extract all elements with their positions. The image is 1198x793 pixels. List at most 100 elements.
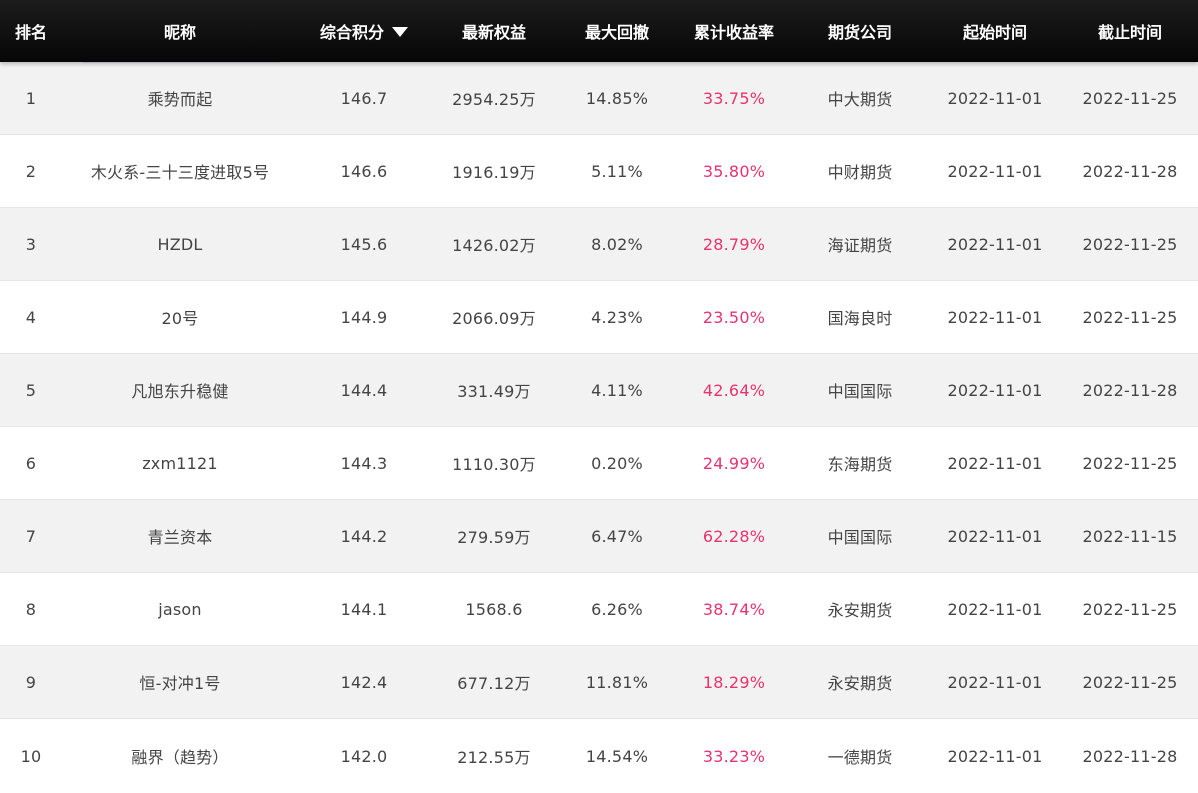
- cell-start-date: 2022-11-01: [947, 599, 1043, 619]
- cell-nickname[interactable]: 融界（趋势）: [78, 719, 282, 793]
- cell-start-date: 2022-11-01: [947, 380, 1043, 400]
- cell-score: 144.9: [340, 307, 388, 327]
- cell-end-date: 2022-11-25: [1082, 599, 1178, 619]
- table-row: 6 zxm1121 144.3 1110.30万 0.20% 24.99% 东海…: [0, 427, 1198, 500]
- cell-end-date: 2022-11-28: [1082, 380, 1178, 400]
- nickname-text: 乘势而起: [147, 90, 213, 109]
- header-equity: 最新权益: [461, 23, 526, 42]
- cell-nickname[interactable]: 20号: [78, 281, 282, 353]
- cell-rank: 9: [25, 672, 37, 692]
- cell-start-date: 2022-11-01: [947, 161, 1043, 181]
- table-row: 2 木火系-三十三度进取5号 146.6 1916.19万 5.11% 35.8…: [0, 135, 1198, 208]
- cell-max-drawdown: 14.85%: [585, 88, 649, 108]
- cell-max-drawdown: 4.23%: [591, 307, 643, 327]
- table-row: 1 乘势而起 146.7 2954.25万 14.85% 33.75% 中大期货…: [0, 62, 1198, 135]
- cell-cumulative-return: 33.23%: [702, 746, 766, 766]
- cell-company: 中财期货: [827, 163, 893, 182]
- table-row: 9 恒-对冲1号 142.4 677.12万 11.81% 18.29% 永安期…: [0, 646, 1198, 719]
- cell-rank: 6: [25, 453, 37, 473]
- ranking-table: 排名 昵称 综合积分 最新权益 最大回撤 累计收益率 期货公司 起始时间 截止时…: [0, 0, 1198, 793]
- cell-rank: 5: [25, 380, 37, 400]
- cell-company: 一德期货: [827, 748, 893, 767]
- cell-company: 国海良时: [827, 309, 893, 328]
- nickname-column-accent: [82, 62, 280, 63]
- table-row: 4 20号 144.9 2066.09万 4.23% 23.50% 国海良时 2…: [0, 281, 1198, 354]
- cell-equity: 1426.02万: [452, 236, 536, 255]
- cell-equity: 212.55万: [457, 748, 531, 767]
- cell-rank: 1: [25, 88, 37, 108]
- cell-nickname[interactable]: 青兰资本: [78, 500, 282, 572]
- cell-nickname[interactable]: HZDL: [78, 208, 282, 280]
- cell-end-date: 2022-11-25: [1082, 307, 1178, 327]
- cell-start-date: 2022-11-01: [947, 88, 1043, 108]
- cell-rank: 10: [20, 746, 42, 766]
- cell-start-date: 2022-11-01: [947, 453, 1043, 473]
- cell-company: 中国国际: [827, 528, 893, 547]
- cell-nickname[interactable]: 凡旭东升稳健: [78, 354, 282, 426]
- nickname-text: 融界（趋势）: [131, 748, 229, 767]
- cell-equity: 2066.09万: [452, 309, 536, 328]
- header-score-sort[interactable]: 综合积分: [298, 0, 430, 62]
- header-start-date: 起始时间: [962, 23, 1027, 42]
- sort-desc-icon[interactable]: [392, 26, 408, 37]
- cell-score: 146.6: [340, 161, 388, 181]
- cell-cumulative-return: 62.28%: [702, 526, 766, 546]
- cell-cumulative-return: 38.74%: [702, 599, 766, 619]
- cell-score: 142.4: [340, 672, 388, 692]
- cell-equity: 1916.19万: [452, 163, 536, 182]
- cell-max-drawdown: 14.54%: [585, 746, 649, 766]
- cell-start-date: 2022-11-01: [947, 746, 1043, 766]
- header-company: 期货公司: [827, 23, 892, 42]
- cell-company: 中大期货: [827, 90, 893, 109]
- cell-rank: 2: [25, 161, 37, 181]
- table-row: 3 HZDL 145.6 1426.02万 8.02% 28.79% 海证期货 …: [0, 208, 1198, 281]
- table-body: 1 乘势而起 146.7 2954.25万 14.85% 33.75% 中大期货…: [0, 62, 1198, 793]
- cell-start-date: 2022-11-01: [947, 672, 1043, 692]
- cell-equity: 2954.25万: [452, 90, 536, 109]
- cell-equity: 331.49万: [457, 382, 531, 401]
- cell-end-date: 2022-11-28: [1082, 746, 1178, 766]
- nickname-text: zxm1121: [142, 453, 218, 473]
- cell-score: 144.3: [340, 453, 388, 473]
- cell-cumulative-return: 23.50%: [702, 307, 766, 327]
- nickname-text: 20号: [161, 309, 199, 328]
- cell-max-drawdown: 0.20%: [591, 453, 643, 473]
- table-row: 8 jason 144.1 1568.6 6.26% 38.74% 永安期货 2…: [0, 573, 1198, 646]
- cell-nickname[interactable]: 乘势而起: [78, 62, 282, 134]
- cell-cumulative-return: 24.99%: [702, 453, 766, 473]
- cell-company: 永安期货: [827, 674, 893, 693]
- nickname-text: 木火系-三十三度进取5号: [90, 163, 270, 182]
- cell-score: 146.7: [340, 88, 388, 108]
- cell-company: 中国国际: [827, 382, 893, 401]
- cell-nickname[interactable]: jason: [78, 573, 282, 645]
- cell-nickname[interactable]: zxm1121: [78, 427, 282, 499]
- header-end-date: 截止时间: [1097, 23, 1162, 42]
- cell-end-date: 2022-11-25: [1082, 453, 1178, 473]
- header-score-label: 综合积分: [319, 23, 384, 42]
- nickname-text: 青兰资本: [147, 528, 213, 547]
- cell-company: 永安期货: [827, 601, 893, 620]
- cell-cumulative-return: 28.79%: [702, 234, 766, 254]
- cell-rank: 7: [25, 526, 37, 546]
- nickname-text: 凡旭东升稳健: [131, 382, 229, 401]
- header-rank: 排名: [14, 23, 47, 42]
- cell-max-drawdown: 4.11%: [591, 380, 643, 400]
- cell-end-date: 2022-11-25: [1082, 88, 1178, 108]
- cell-score: 144.4: [340, 380, 388, 400]
- cell-equity: 1568.6: [465, 599, 523, 619]
- table-row: 10 融界（趋势） 142.0 212.55万 14.54% 33.23% 一德…: [0, 719, 1198, 793]
- cell-equity: 1110.30万: [452, 455, 536, 474]
- table-row: 5 凡旭东升稳健 144.4 331.49万 4.11% 42.64% 中国国际…: [0, 354, 1198, 427]
- cell-nickname[interactable]: 木火系-三十三度进取5号: [78, 135, 282, 207]
- cell-start-date: 2022-11-01: [947, 234, 1043, 254]
- header-max-drawdown: 最大回撤: [584, 23, 649, 42]
- cell-company: 海证期货: [827, 236, 893, 255]
- header-nickname: 昵称: [163, 23, 196, 42]
- cell-equity: 279.59万: [457, 528, 531, 547]
- cell-start-date: 2022-11-01: [947, 526, 1043, 546]
- cell-max-drawdown: 8.02%: [591, 234, 643, 254]
- cell-nickname[interactable]: 恒-对冲1号: [78, 646, 282, 718]
- cell-max-drawdown: 6.47%: [591, 526, 643, 546]
- table-row: 7 青兰资本 144.2 279.59万 6.47% 62.28% 中国国际 2…: [0, 500, 1198, 573]
- cell-cumulative-return: 33.75%: [702, 88, 766, 108]
